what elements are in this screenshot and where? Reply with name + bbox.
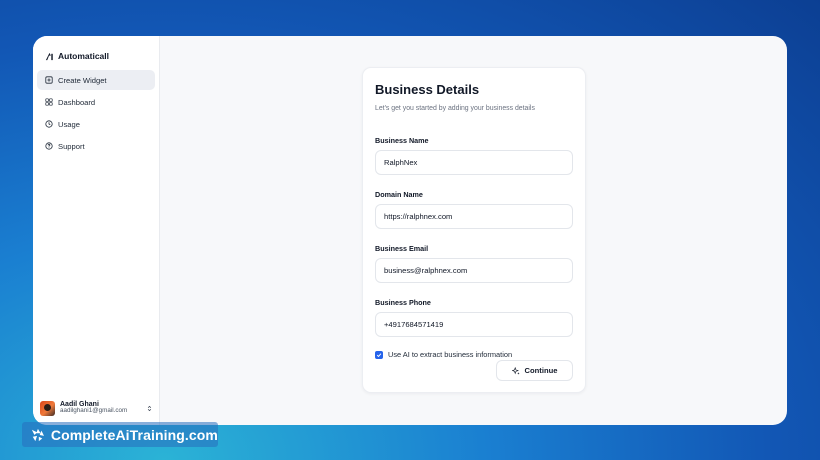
sidebar-item-label: Dashboard: [58, 97, 96, 107]
watermark-text: CompleteAiTraining.com: [50, 426, 218, 443]
use-ai-checkbox[interactable]: [375, 350, 383, 359]
sidebar-nav: Create Widget Dashboard Usage Support: [33, 70, 159, 156]
page-title: Business Details: [375, 82, 480, 97]
app-name: Automaticall: [58, 51, 110, 61]
business-name-input[interactable]: [375, 150, 573, 175]
business-email-field-group: Business Email: [375, 244, 573, 283]
business-email-input[interactable]: [375, 258, 573, 283]
user-menu[interactable]: Aadil Ghani aadilghani1@gmail.com: [40, 398, 153, 418]
complete-ai-training-logo-icon: [31, 428, 45, 441]
avatar: [40, 400, 55, 416]
use-ai-checkbox-label: Use AI to extract business information: [388, 350, 513, 359]
help-circle-icon: [45, 142, 53, 150]
business-phone-label: Business Phone: [375, 298, 431, 307]
business-details-card: Business Details Let's get you started b…: [362, 67, 586, 393]
watermark: CompleteAiTraining.com: [22, 422, 218, 447]
user-email: aadilghani1@gmail.com: [60, 407, 128, 415]
use-ai-checkbox-row[interactable]: Use AI to extract business information: [375, 350, 573, 359]
plus-square-icon: [45, 76, 53, 84]
business-phone-input[interactable]: [375, 312, 573, 337]
domain-name-label: Domain Name: [375, 190, 423, 199]
main-content: Business Details Let's get you started b…: [160, 36, 787, 425]
automaticall-logo-icon: [45, 52, 53, 60]
continue-button-label: Continue: [524, 366, 558, 375]
sidebar-item-create-widget[interactable]: Create Widget: [37, 70, 155, 90]
sparkle-icon: [511, 366, 520, 375]
sidebar: Automaticall Create Widget Dashboard Usa…: [33, 36, 160, 425]
sidebar-item-label: Usage: [58, 119, 80, 129]
business-email-label: Business Email: [375, 244, 429, 253]
business-phone-field-group: Business Phone: [375, 298, 573, 337]
page-subtitle: Let's get you started by adding your bus…: [375, 105, 535, 112]
clock-icon: [45, 120, 53, 128]
brand[interactable]: Automaticall: [33, 36, 159, 66]
business-name-label: Business Name: [375, 136, 429, 145]
sidebar-item-usage[interactable]: Usage: [37, 114, 155, 134]
chevron-up-down-icon[interactable]: [146, 405, 153, 412]
continue-button[interactable]: Continue: [496, 360, 573, 381]
sidebar-item-support[interactable]: Support: [37, 136, 155, 156]
business-name-field-group: Business Name: [375, 136, 573, 175]
app-window: Automaticall Create Widget Dashboard Usa…: [33, 36, 787, 425]
grid-icon: [45, 98, 53, 106]
domain-name-input[interactable]: [375, 204, 573, 229]
sidebar-item-dashboard[interactable]: Dashboard: [37, 92, 155, 112]
domain-name-field-group: Domain Name: [375, 190, 573, 229]
sidebar-item-label: Create Widget: [58, 75, 107, 85]
sidebar-item-label: Support: [58, 141, 85, 151]
checkmark-icon: [376, 352, 382, 357]
